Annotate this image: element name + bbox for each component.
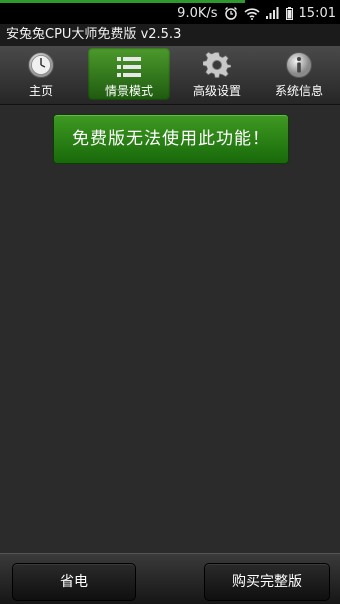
tab-home-label: 主页 <box>28 84 53 98</box>
info-icon <box>285 51 313 79</box>
tab-scene-mode-label: 情景模式 <box>104 84 153 98</box>
status-bar: 9.0K/s 15:01 <box>0 0 340 24</box>
power-save-button[interactable]: 省电 <box>12 563 136 601</box>
tab-scene-mode[interactable]: 情景模式 <box>88 48 170 100</box>
clock-time: 15:01 <box>298 5 336 21</box>
wifi-icon <box>243 7 260 20</box>
tab-system-info-label: 系统信息 <box>274 84 323 98</box>
tab-home[interactable]: 主页 <box>0 46 82 104</box>
battery-icon <box>285 6 293 20</box>
gear-icon <box>203 51 231 79</box>
signal-icon <box>265 7 280 19</box>
list-icon <box>115 53 143 81</box>
network-speed: 9.0K/s <box>177 5 218 21</box>
status-icons: 9.0K/s 15:01 <box>177 3 336 23</box>
tab-advanced-settings-label: 高级设置 <box>192 84 241 98</box>
tab-bar: 主页 情景模式 高级设置 系统信息 <box>0 46 340 105</box>
free-version-notice-button[interactable]: 免费版无法使用此功能！ <box>53 114 289 164</box>
buy-full-version-button[interactable]: 购买完整版 <box>204 563 330 601</box>
clock-icon <box>27 51 55 79</box>
alarm-icon <box>224 6 238 20</box>
bottom-bar: 省电 购买完整版 <box>0 553 340 604</box>
tab-system-info[interactable]: 系统信息 <box>258 46 340 104</box>
app-title: 安兔兔CPU大师免费版 v2.5.3 <box>0 24 340 46</box>
tab-advanced-settings[interactable]: 高级设置 <box>176 46 258 104</box>
